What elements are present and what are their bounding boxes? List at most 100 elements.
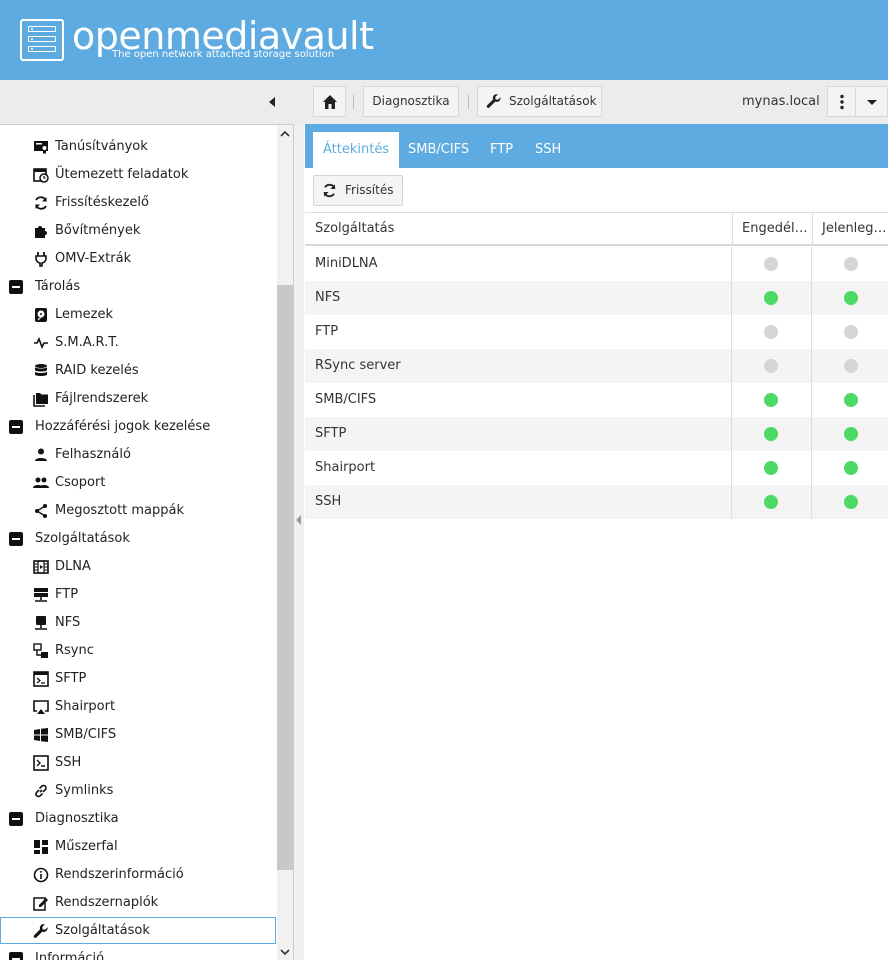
- folders-icon: [33, 393, 48, 407]
- sync-icon: [35, 196, 47, 210]
- sidebar-item[interactable]: Shairport: [0, 693, 276, 721]
- sidebar-item[interactable]: Fájlrendszerek: [0, 385, 276, 413]
- sidebar-item-label: Rsync: [55, 643, 94, 658]
- collapse-icon[interactable]: [8, 531, 24, 547]
- sidebar-item-label: NFS: [55, 615, 81, 630]
- sidebar-item-label: Lemezek: [55, 307, 114, 322]
- info-icon: [33, 867, 49, 883]
- column-divider: [731, 247, 732, 519]
- dropdown-button[interactable]: [855, 86, 888, 117]
- windows-icon: [34, 728, 48, 742]
- sidebar-item[interactable]: NFS: [0, 609, 276, 637]
- sidebar-item[interactable]: Csoport: [0, 469, 276, 497]
- sidebar-item[interactable]: FTP: [0, 581, 276, 609]
- collapse-icon[interactable]: [8, 951, 24, 960]
- table-row[interactable]: NFS: [305, 281, 888, 315]
- sidebar-item[interactable]: Információ: [0, 945, 276, 960]
- splitter-collapse-icon[interactable]: [296, 515, 302, 525]
- sidebar-item[interactable]: Tárolás: [0, 273, 276, 301]
- enabled-status-indicator: [764, 427, 778, 441]
- sidebar-item[interactable]: Műszerfal: [0, 833, 276, 861]
- tab-smb-cifs[interactable]: SMB/CIFS: [398, 132, 479, 168]
- service-name: MiniDLNA: [315, 256, 378, 271]
- service-name: FTP: [315, 324, 339, 339]
- enabled-status-indicator: [764, 359, 778, 373]
- log-edit-icon: [33, 897, 48, 911]
- refresh-button[interactable]: Frissítés: [313, 175, 403, 206]
- breadcrumb-services-label: Szolgáltatások: [509, 94, 597, 108]
- logo-tagline: The open network attached storage soluti…: [112, 49, 335, 60]
- column-header-running[interactable]: Jelenleg fut: [812, 213, 888, 245]
- table-row[interactable]: SSH: [305, 485, 888, 519]
- sidebar-item[interactable]: SMB/CIFS: [0, 721, 276, 749]
- nas-icon: [35, 616, 47, 630]
- sidebar-item-label: Megosztott mappák: [55, 503, 185, 518]
- sidebar-item[interactable]: Diagnosztika: [0, 805, 276, 833]
- group-icon: [33, 477, 49, 488]
- sidebar-item[interactable]: Rendszernaplók: [0, 889, 276, 917]
- sidebar-item[interactable]: Felhasználó: [0, 441, 276, 469]
- collapse-icon[interactable]: [8, 811, 24, 827]
- sidebar-item-label: Csoport: [55, 475, 106, 490]
- collapse-icon[interactable]: [8, 419, 24, 435]
- scroll-up-icon[interactable]: [279, 128, 291, 140]
- table-row[interactable]: MiniDLNA: [305, 247, 888, 281]
- console-icon: [33, 755, 49, 771]
- sidebar-item[interactable]: S.M.A.R.T.: [0, 329, 276, 357]
- user-icon: [35, 448, 47, 461]
- enabled-status-indicator: [764, 257, 778, 271]
- table-row[interactable]: RSync server: [305, 349, 888, 383]
- harddisk-icon: [35, 308, 47, 322]
- sidebar-scrollbar-thumb[interactable]: [277, 285, 293, 870]
- sidebar-item-label: FTP: [55, 587, 79, 602]
- more-menu-button[interactable]: [827, 86, 856, 117]
- sidebar-item[interactable]: Ütemezett feladatok: [0, 161, 276, 189]
- table-row[interactable]: FTP: [305, 315, 888, 349]
- sidebar-item[interactable]: RAID kezelés: [0, 357, 276, 385]
- breadcrumb-diagnostics[interactable]: Diagnosztika: [363, 86, 459, 117]
- sidebar-item-label: Diagnosztika: [35, 811, 119, 826]
- link-icon: [35, 784, 47, 798]
- sidebar-item[interactable]: Rsync: [0, 637, 276, 665]
- hostname: mynas.local: [742, 94, 820, 109]
- column-header-enabled[interactable]: Engedélyezett: [732, 213, 812, 245]
- sidebar-item[interactable]: SFTP: [0, 665, 276, 693]
- sidebar-item-label: SFTP: [55, 671, 87, 686]
- sidebar-item[interactable]: SSH: [0, 749, 276, 777]
- puzzle-icon: [35, 226, 47, 238]
- chevron-down-icon: [867, 100, 877, 105]
- tab-ftp[interactable]: FTP: [480, 132, 523, 168]
- column-divider: [811, 247, 812, 519]
- sidebar-item[interactable]: Symlinks: [0, 777, 276, 805]
- sidebar-item[interactable]: Szolgáltatások: [0, 917, 276, 944]
- sidebar-item[interactable]: Lemezek: [0, 301, 276, 329]
- sidebar-item[interactable]: Rendszerinformáció: [0, 861, 276, 889]
- panel-splitter[interactable]: [294, 124, 304, 960]
- sidebar-item-label: Symlinks: [55, 783, 114, 798]
- scroll-down-icon[interactable]: [279, 946, 291, 958]
- collapse-icon[interactable]: [8, 279, 24, 295]
- table-row[interactable]: SMB/CIFS: [305, 383, 888, 417]
- sidebar-item[interactable]: Megosztott mappák: [0, 497, 276, 525]
- sidebar-item[interactable]: Bővítmények: [0, 217, 276, 245]
- sidebar-item[interactable]: Frissítéskezelő: [0, 189, 276, 217]
- running-status-indicator: [844, 461, 858, 475]
- tab-overview[interactable]: Áttekintés: [313, 132, 400, 168]
- sidebar-item-label: SMB/CIFS: [55, 727, 117, 742]
- film-icon: [33, 560, 49, 574]
- sidebar-item[interactable]: Hozzáférési jogok kezelése: [0, 413, 276, 441]
- table-row[interactable]: SFTP: [305, 417, 888, 451]
- collapse-sidebar-icon[interactable]: [264, 94, 280, 110]
- sidebar-item-label: Shairport: [55, 699, 116, 714]
- sidebar-item[interactable]: Szolgáltatások: [0, 525, 276, 553]
- tab-ssh[interactable]: SSH: [525, 132, 571, 168]
- home-button[interactable]: [313, 86, 346, 117]
- enabled-status-indicator: [764, 495, 778, 509]
- sidebar-item[interactable]: Tanúsítványok: [0, 133, 276, 161]
- sidebar-item-label: DLNA: [55, 559, 91, 574]
- breadcrumb-services[interactable]: Szolgáltatások: [477, 86, 602, 117]
- sidebar-item[interactable]: DLNA: [0, 553, 276, 581]
- table-row[interactable]: Shairport: [305, 451, 888, 485]
- sidebar-item[interactable]: OMV-Extrák: [0, 245, 276, 273]
- column-header-service[interactable]: Szolgáltatás: [315, 213, 715, 245]
